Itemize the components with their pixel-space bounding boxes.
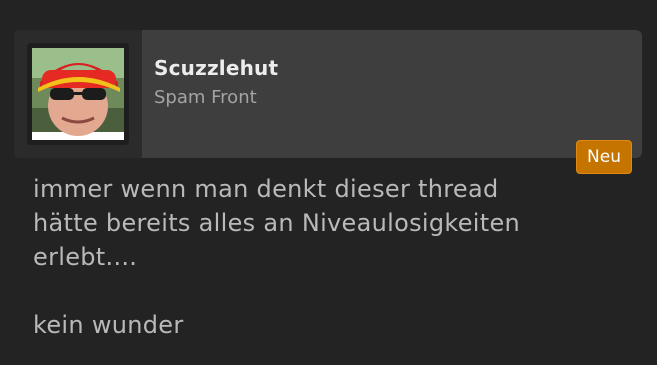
avatar-container — [14, 30, 142, 158]
message-line: kein wunder — [33, 311, 184, 339]
message-gap — [33, 274, 633, 308]
message-line: immer wenn man denkt dieser thread — [33, 175, 499, 203]
user-avatar-photo-icon — [32, 48, 124, 140]
avatar-frame — [27, 43, 129, 145]
post-message: immer wenn man denkt dieser thread hätte… — [33, 172, 633, 342]
forum-post: Scuzzlehut Spam Front Neu immer wenn man… — [0, 0, 657, 365]
message-line: hätte bereits alles an Niveaulosigkeiten — [33, 209, 521, 237]
avatar[interactable] — [32, 48, 124, 140]
message-line: erlebt.... — [33, 243, 138, 271]
new-badge: Neu — [576, 140, 632, 174]
post-header: Scuzzlehut Spam Front Neu — [14, 30, 642, 174]
user-info: Scuzzlehut Spam Front — [154, 56, 278, 110]
username-link[interactable]: Scuzzlehut — [154, 56, 278, 80]
user-title: Spam Front — [154, 87, 257, 108]
